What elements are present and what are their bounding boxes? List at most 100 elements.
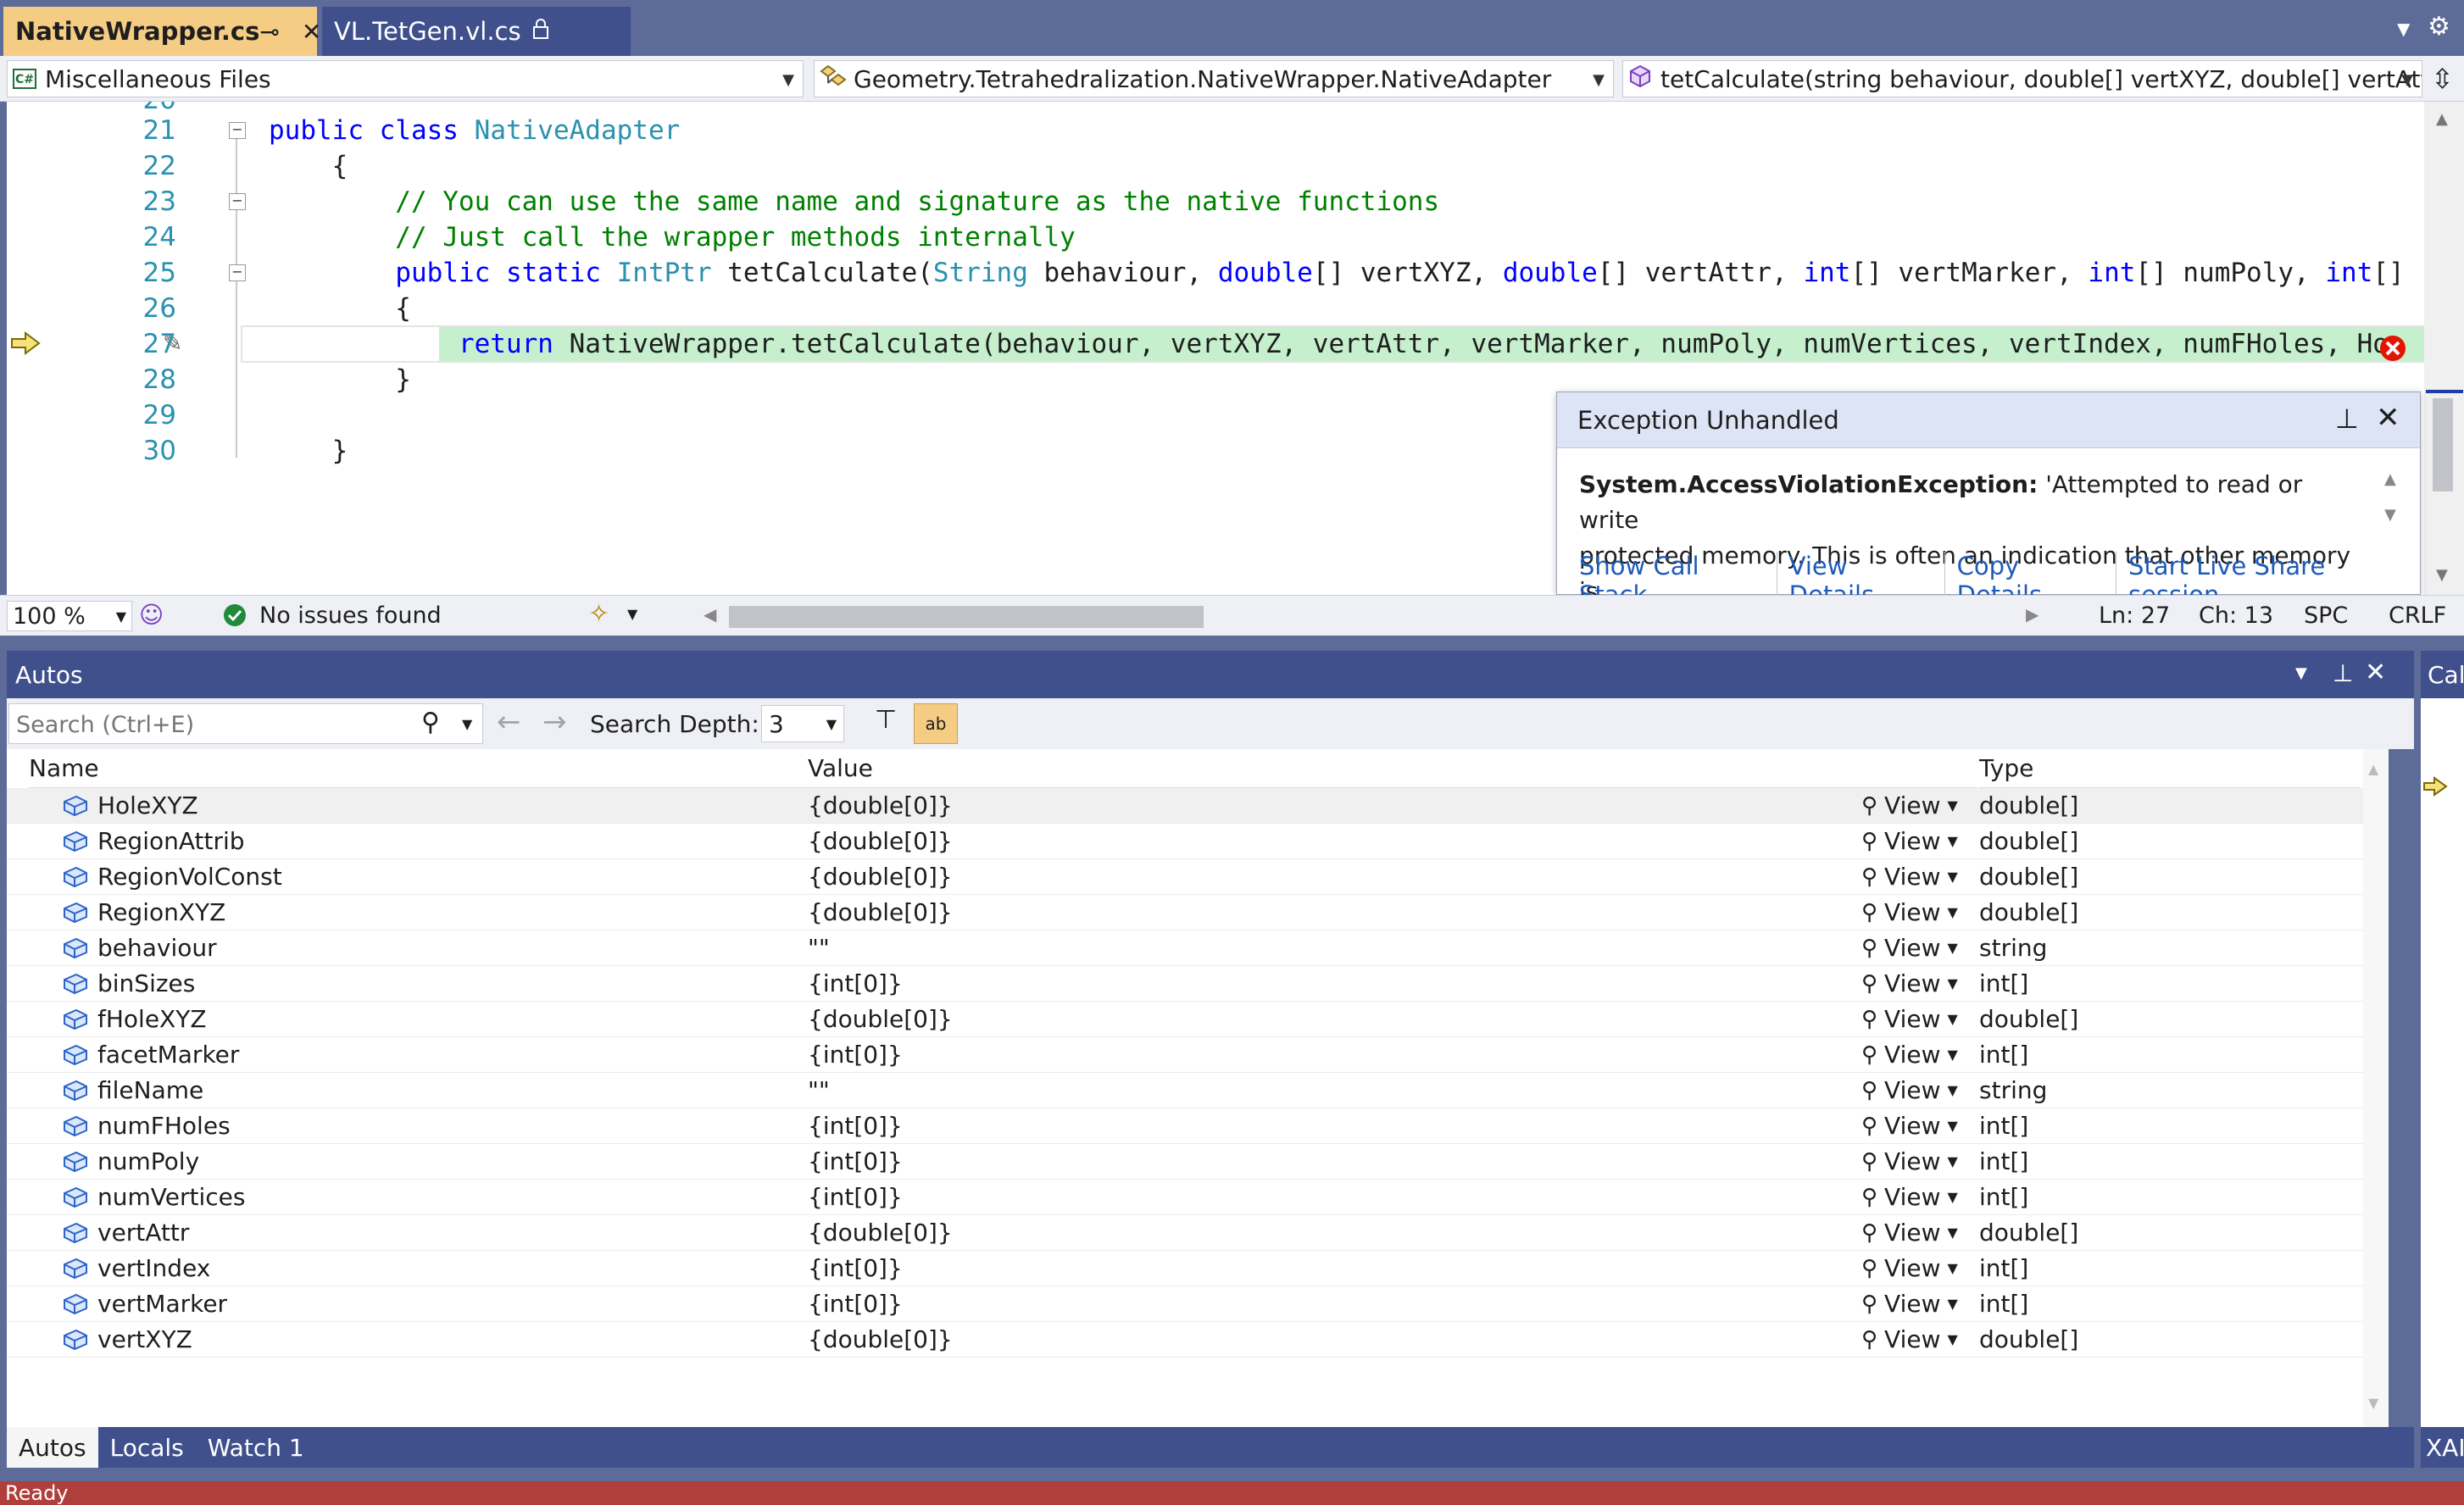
visualizer-view-button[interactable]: ⚲ View ▼ [1861, 1076, 1958, 1104]
table-row[interactable]: facetMarker {int[0]} ⚲ View ▼ int[] [7, 1037, 2363, 1073]
scroll-up-arrow-icon[interactable]: ▲ [2436, 110, 2448, 128]
member-dropdown[interactable]: tetCalculate(string behaviour, double[] … [1622, 60, 2422, 97]
table-row[interactable]: vertXYZ {double[0]} ⚲ View ▼ double[] [7, 1322, 2363, 1358]
variable-value[interactable]: {double[0]} [808, 1325, 953, 1353]
split-window-icon[interactable]: ⇳ [2431, 63, 2454, 95]
table-row[interactable]: RegionVolConst {double[0]} ⚲ View ▼ double[] [7, 859, 2363, 895]
variable-value[interactable]: {int[0]} [808, 1290, 903, 1318]
table-row[interactable]: behaviour "" ⚲ View ▼ string [7, 930, 2363, 966]
zoom-dropdown[interactable]: 100 % ▼ [7, 601, 132, 631]
table-row[interactable]: RegionAttrib {double[0]} ⚲ View ▼ double[] [7, 824, 2363, 859]
scroll-down-arrow-icon[interactable]: ▼ [2436, 566, 2448, 584]
back-arrow-icon[interactable]: ← [497, 705, 521, 739]
type-scope-dropdown[interactable]: Geometry.Tetrahedralization.NativeWrappe… [814, 60, 1614, 97]
panel-options-dropdown-icon[interactable]: ▼ [2295, 664, 2307, 682]
visualizer-view-button[interactable]: ⚲ View ▼ [1861, 898, 1958, 926]
collapse-toggle[interactable]: − [229, 264, 246, 281]
tab-list-dropdown-icon[interactable]: ▼ [2397, 19, 2410, 39]
scroll-thumb[interactable] [2433, 398, 2453, 491]
tab-locals[interactable]: Locals [98, 1427, 196, 1468]
forward-arrow-icon[interactable]: → [542, 705, 567, 739]
pin-to-source-icon[interactable]: ⊤ [875, 705, 897, 735]
variable-value[interactable]: {double[0]} [808, 898, 953, 926]
search-icon[interactable]: ⚲ [421, 708, 440, 737]
call-stack-panel-body[interactable] [2421, 698, 2464, 1427]
copilot-icon[interactable]: ☺ [139, 601, 164, 629]
visualizer-view-button[interactable]: ⚲ View ▼ [1861, 969, 1958, 997]
column-header-type[interactable]: Type [1979, 749, 2361, 788]
table-row[interactable]: vertAttr {double[0]} ⚲ View ▼ double[] [7, 1215, 2363, 1251]
pin-icon[interactable]: ⊥ [2333, 659, 2353, 687]
variable-value[interactable]: {int[0]} [808, 1147, 903, 1175]
line-ending-indicator[interactable]: CRLF [2389, 603, 2446, 629]
visualizer-view-button[interactable]: ⚲ View ▼ [1861, 1254, 1958, 1282]
variable-value[interactable]: {int[0]} [808, 1254, 903, 1282]
scroll-up-arrow-icon[interactable]: ▲ [2384, 470, 2396, 488]
visualizer-view-button[interactable]: ⚲ View ▼ [1861, 934, 1958, 962]
table-row[interactable]: numFHoles {int[0]} ⚲ View ▼ int[] [7, 1108, 2363, 1144]
settings-gear-icon[interactable]: ⚙ [2428, 12, 2450, 42]
close-icon[interactable]: ✕ [2365, 658, 2386, 687]
pin-icon[interactable]: ⊸ [259, 18, 279, 46]
error-glyph-icon[interactable] [2378, 334, 2407, 366]
table-row[interactable]: vertIndex {int[0]} ⚲ View ▼ int[] [7, 1251, 2363, 1286]
table-row[interactable]: binSizes {int[0]} ⚲ View ▼ int[] [7, 966, 2363, 1002]
issues-status[interactable]: No issues found [259, 603, 442, 629]
scroll-left-arrow-icon[interactable]: ◀ [704, 604, 716, 625]
variable-value[interactable]: {int[0]} [808, 1183, 903, 1211]
scroll-down-arrow-icon[interactable]: ▼ [2384, 506, 2396, 524]
tab-watch-1[interactable]: Watch 1 [196, 1427, 316, 1468]
table-row[interactable]: fHoleXYZ {double[0]} ⚲ View ▼ double[] [7, 1002, 2363, 1037]
variable-value[interactable]: {double[0]} [808, 1219, 953, 1247]
right-panel-tab[interactable]: XAI [2421, 1427, 2464, 1468]
close-icon[interactable]: ✕ [302, 18, 321, 46]
call-stack-panel-title[interactable]: Cal [2421, 651, 2464, 698]
editor-vertical-scrollbar[interactable]: ▲ ▼ [2424, 102, 2464, 595]
visualizer-view-button[interactable]: ⚲ View ▼ [1861, 827, 1958, 855]
variable-value[interactable]: {int[0]} [808, 969, 903, 997]
table-row[interactable]: RegionXYZ {double[0]} ⚲ View ▼ double[] [7, 895, 2363, 930]
search-depth-dropdown[interactable]: 3 ▼ [761, 705, 844, 742]
table-row[interactable]: numVertices {int[0]} ⚲ View ▼ int[] [7, 1180, 2363, 1215]
table-row[interactable]: fileName "" ⚲ View ▼ string [7, 1073, 2363, 1108]
chevron-down-icon[interactable]: ▼ [462, 716, 472, 732]
visualizer-view-button[interactable]: ⚲ View ▼ [1861, 1041, 1958, 1069]
tab-autos[interactable]: Autos [7, 1427, 98, 1468]
variable-value[interactable]: {int[0]} [808, 1112, 903, 1140]
tab-vl-tetgen[interactable]: VL.TetGen.vl.cs [322, 7, 631, 56]
variable-value[interactable]: {double[0]} [808, 1005, 953, 1033]
visualizer-view-button[interactable]: ⚲ View ▼ [1861, 1325, 1958, 1353]
horizontal-scroll-thumb[interactable] [729, 606, 1204, 628]
visualizer-view-button[interactable]: ⚲ View ▼ [1861, 1183, 1958, 1211]
collapse-toggle[interactable]: − [229, 122, 246, 139]
visualizer-view-button[interactable]: ⚲ View ▼ [1861, 863, 1958, 891]
line-indicator[interactable]: Ln: 27 [2099, 603, 2170, 629]
variable-value[interactable]: "" [808, 934, 830, 962]
search-input[interactable] [14, 709, 416, 740]
hex-display-toggle-icon[interactable]: ab [914, 703, 958, 744]
variable-value[interactable]: {int[0]} [808, 1041, 903, 1069]
column-header-name[interactable]: Name [29, 749, 809, 788]
project-dropdown[interactable]: C# Miscellaneous Files ▼ [7, 60, 804, 97]
scroll-down-arrow-icon[interactable]: ▼ [2368, 1395, 2378, 1411]
visualizer-view-button[interactable]: ⚲ View ▼ [1861, 1005, 1958, 1033]
variable-value[interactable]: {double[0]} [808, 863, 953, 891]
visualizer-view-button[interactable]: ⚲ View ▼ [1861, 1219, 1958, 1247]
code-cleanup-brush-icon[interactable]: ✧ [588, 599, 609, 629]
visualizer-view-button[interactable]: ⚲ View ▼ [1861, 1290, 1958, 1318]
variable-value[interactable]: {double[0]} [808, 791, 953, 819]
close-icon[interactable]: ✕ [2376, 401, 2400, 435]
table-row[interactable]: HoleXYZ {double[0]} ⚲ View ▼ double[] [7, 788, 2363, 824]
visualizer-view-button[interactable]: ⚲ View ▼ [1861, 1112, 1958, 1140]
table-row[interactable]: numPoly {int[0]} ⚲ View ▼ int[] [7, 1144, 2363, 1180]
scroll-right-arrow-icon[interactable]: ▶ [2026, 604, 2039, 625]
variable-value[interactable]: "" [808, 1076, 830, 1104]
chevron-down-icon[interactable]: ▼ [627, 606, 637, 622]
collapse-toggle[interactable]: − [229, 193, 246, 210]
scroll-up-arrow-icon[interactable]: ▲ [2368, 761, 2378, 777]
visualizer-view-button[interactable]: ⚲ View ▼ [1861, 791, 1958, 819]
autos-vertical-scrollbar[interactable]: ▲ ▼ [2363, 749, 2389, 1427]
tab-nativewrapper[interactable]: NativeWrapper.cs ⊸ ✕ [3, 7, 321, 56]
column-header-value[interactable]: Value [808, 749, 1977, 788]
variable-value[interactable]: {double[0]} [808, 827, 953, 855]
